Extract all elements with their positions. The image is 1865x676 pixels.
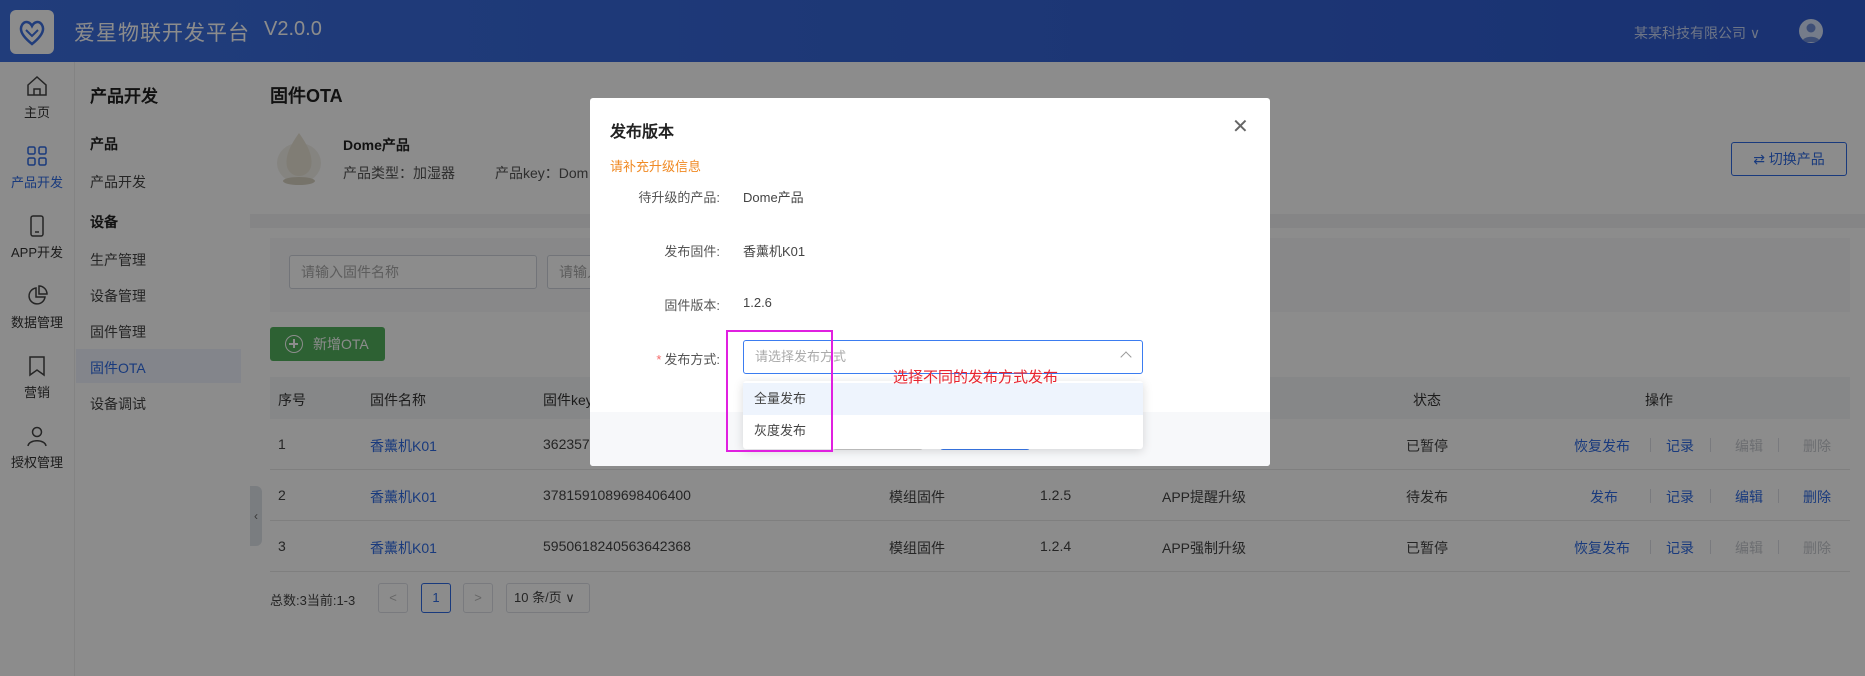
firmware-label: 发布固件: [664, 244, 720, 259]
chevron-up-icon [1120, 351, 1132, 363]
product-value: Dome产品 [743, 190, 804, 205]
close-icon[interactable]: ✕ [1232, 114, 1249, 139]
annotation-highlight-box [726, 330, 833, 452]
release-method-label: * 发布方式: [656, 349, 720, 368]
dialog-hint: 请补充升级信息 [610, 159, 702, 174]
firmware-version-label: 固件版本: [664, 298, 720, 313]
product-label: 待升级的产品: [638, 190, 720, 205]
release-method-text: 发布方式: [664, 352, 720, 367]
required-mark: * [656, 352, 662, 367]
annotation-text: 选择不同的发布方式发布 [893, 369, 1059, 386]
firmware-version-value: 1.2.6 [743, 295, 772, 310]
firmware-value: 香薰机K01 [743, 244, 806, 259]
dialog-title: 发布版本 [610, 124, 675, 141]
